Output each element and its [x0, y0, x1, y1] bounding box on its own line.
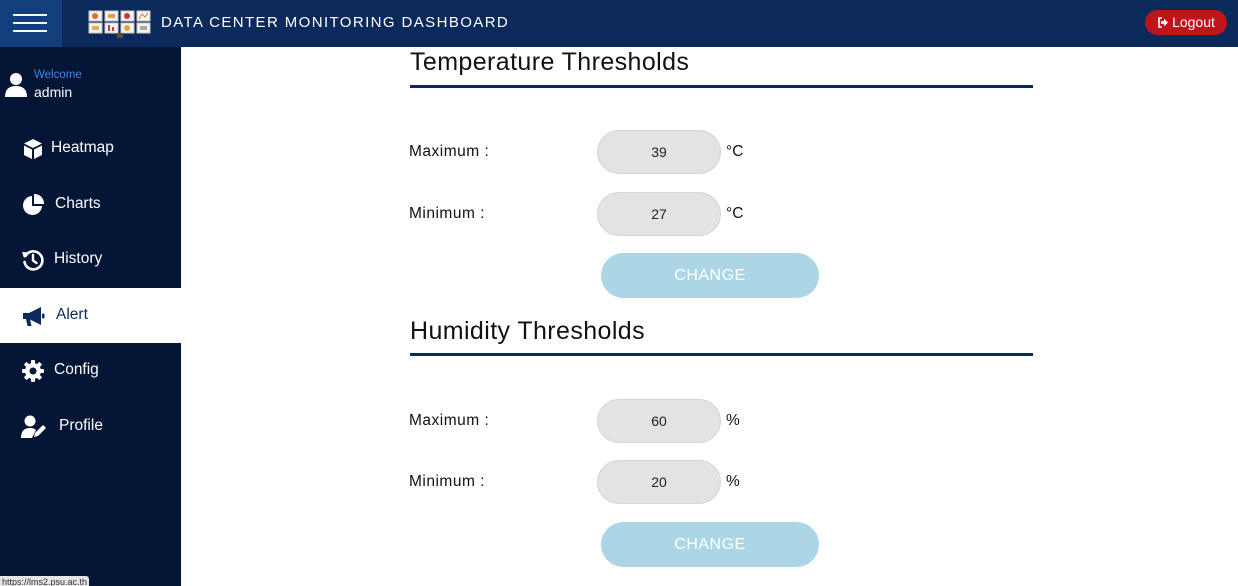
sidebar-item-history[interactable]: History: [0, 232, 181, 287]
temperature-min-unit: °C: [726, 205, 744, 222]
temperature-min-label: Minimum :: [409, 205, 485, 222]
hamburger-menu-button[interactable]: [0, 0, 62, 47]
menu-line: [13, 22, 47, 24]
sidebar-item-charts[interactable]: Charts: [0, 177, 181, 232]
temperature-max-unit: °C: [726, 143, 744, 160]
humidity-min-unit: %: [726, 473, 740, 490]
sidebar-item-profile[interactable]: Profile: [0, 399, 181, 454]
temperature-change-button[interactable]: CHANGE: [601, 253, 819, 298]
pie-chart-icon: [23, 193, 45, 215]
gear-icon: [22, 360, 44, 382]
humidity-max-label: Maximum :: [409, 412, 490, 429]
cube-icon: [24, 139, 42, 159]
app-title: DATA CENTER MONITORING DASHBOARD: [161, 14, 510, 31]
sidebar-item-alert[interactable]: Alert: [0, 288, 181, 343]
humidity-change-button[interactable]: CHANGE: [601, 522, 819, 567]
temperature-max-input[interactable]: 39: [597, 130, 721, 174]
sidebar-item-label: Charts: [55, 195, 101, 212]
history-icon: [22, 250, 44, 271]
user-edit-icon: [21, 415, 46, 438]
temperature-section-title: Temperature Thresholds: [410, 48, 690, 76]
logout-button[interactable]: Logout: [1145, 10, 1227, 35]
section-divider: [410, 353, 1033, 356]
sidebar-item-label: History: [54, 250, 103, 267]
menu-line: [13, 14, 47, 16]
sidebar-item-config[interactable]: Config: [0, 343, 181, 398]
section-divider: [410, 85, 1033, 88]
sidebar-item-heatmap[interactable]: Heatmap: [0, 121, 181, 176]
sidebar-item-label: Profile: [59, 417, 103, 434]
sign-out-icon: [1158, 17, 1169, 28]
dashboard-logo-icon: [88, 10, 151, 38]
sidebar: Welcome admin Heatmap Charts History Ale…: [0, 47, 181, 586]
sidebar-item-label: Heatmap: [51, 139, 114, 156]
sidebar-item-label: Config: [54, 361, 99, 378]
temperature-max-label: Maximum :: [409, 143, 490, 160]
welcome-text: Welcome: [34, 69, 82, 81]
megaphone-icon: [23, 307, 45, 326]
status-bar-url: https://lms2.psu.ac.th: [0, 576, 90, 586]
humidity-min-input[interactable]: 20: [597, 460, 721, 504]
username: admin: [34, 84, 73, 100]
humidity-max-unit: %: [726, 412, 740, 429]
humidity-section-title: Humidity Thresholds: [410, 317, 646, 345]
humidity-max-input[interactable]: 60: [597, 399, 721, 443]
logout-label: Logout: [1172, 14, 1215, 30]
humidity-min-label: Minimum :: [409, 473, 485, 490]
sidebar-item-label: Alert: [56, 306, 88, 323]
temperature-min-input[interactable]: 27: [597, 192, 721, 236]
menu-line: [13, 30, 47, 32]
user-icon: [5, 73, 27, 97]
top-bar: DATA CENTER MONITORING DASHBOARD Logout: [0, 0, 1238, 47]
